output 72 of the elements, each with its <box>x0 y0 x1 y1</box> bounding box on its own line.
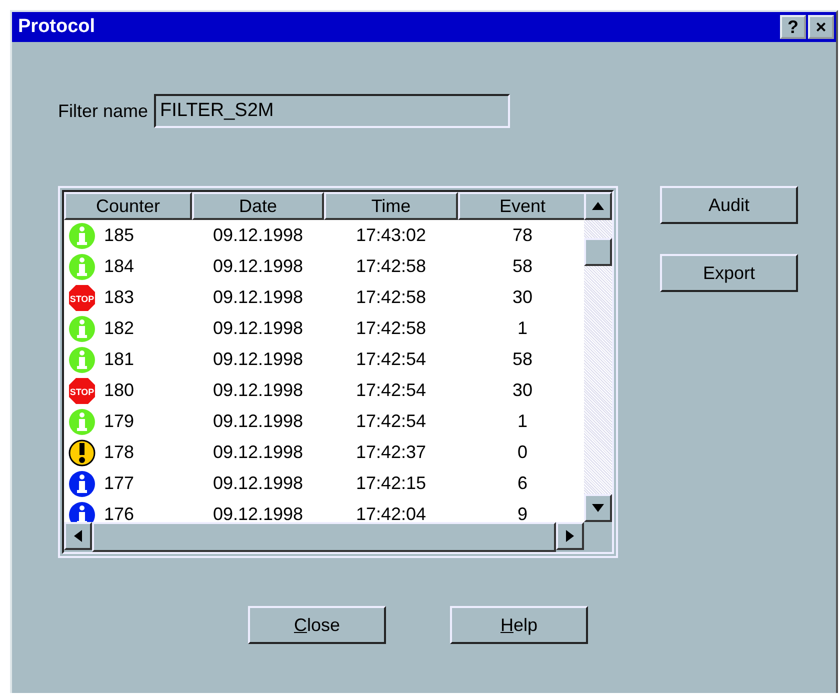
scroll-right-button[interactable] <box>556 522 584 550</box>
stop-sign-icon: STOP <box>68 376 96 404</box>
stop-sign-icon: STOP <box>68 284 96 312</box>
event-cell-text: 6 <box>516 473 528 494</box>
date-cell-text: 09.12.1998 <box>212 349 304 370</box>
date-cell-text: 09.12.1998 <box>212 442 304 463</box>
scroll-up-button[interactable] <box>584 192 612 220</box>
up-arrow-icon <box>592 202 604 210</box>
event-cell-text: 78 <box>511 225 534 246</box>
action-button[interactable]: Export <box>660 254 798 292</box>
counter-cell: 182 <box>104 318 134 339</box>
scroll-down-button[interactable] <box>584 494 612 522</box>
counter-cell: 178 <box>104 442 134 463</box>
counter-cell: 176 <box>104 504 134 522</box>
field-label: Filter name <box>58 100 148 122</box>
counter-cell: 184 <box>104 256 134 277</box>
info-icon <box>68 346 96 374</box>
dialog-button[interactable]: Close <box>248 606 386 644</box>
date-cell-text: 09.12.1998 <box>212 473 304 494</box>
right-arrow-icon <box>566 530 574 542</box>
counter-cell: 183 <box>104 287 134 308</box>
date-cell-text: 09.12.1998 <box>212 380 304 401</box>
close-button[interactable]: × <box>808 15 834 39</box>
counter-cell: 181 <box>104 349 134 370</box>
info-icon <box>68 408 96 436</box>
event-cell-text: 30 <box>511 287 534 308</box>
info-icon <box>68 222 96 250</box>
time-cell-text: 17:42:15 <box>354 473 428 494</box>
time-cell-text: 17:42:54 <box>354 411 428 432</box>
info-icon <box>68 314 96 342</box>
time-cell-text: 17:42:58 <box>354 287 428 308</box>
column-header[interactable]: Date <box>192 192 324 220</box>
time-cell-text: 17:42:54 <box>354 349 428 370</box>
window-title: Protocol <box>18 16 96 38</box>
counter-cell: 177 <box>104 473 134 494</box>
info-icon <box>68 252 96 280</box>
column-header[interactable]: Counter <box>64 192 192 220</box>
scrollbar-thumb[interactable] <box>92 522 556 552</box>
dialog-button[interactable]: Help <box>450 606 588 644</box>
event-cell-text: 58 <box>511 349 534 370</box>
column-header[interactable]: Time <box>324 192 458 220</box>
date-cell-text: 09.12.1998 <box>212 287 304 308</box>
time-cell-text: 17:43:02 <box>354 225 428 246</box>
info-icon <box>68 470 96 498</box>
exclamation-icon <box>68 438 96 466</box>
event-cell-text: 1 <box>516 411 528 432</box>
date-cell-text: 09.12.1998 <box>212 504 304 522</box>
help-button[interactable]: ? <box>780 15 806 39</box>
counter-cell: 179 <box>104 411 134 432</box>
event-cell-text: 58 <box>511 256 534 277</box>
action-button[interactable]: Audit <box>660 186 798 224</box>
scrollbar-thumb[interactable] <box>584 238 612 266</box>
event-cell-text: 30 <box>511 380 534 401</box>
event-cell-text: 0 <box>516 442 528 463</box>
scroll-left-button[interactable] <box>64 522 92 550</box>
date-cell-text: 09.12.1998 <box>212 225 304 246</box>
time-cell-text: 17:42:04 <box>354 504 428 522</box>
time-cell-text: 17:42:58 <box>354 318 428 339</box>
event-cell-text: 9 <box>516 504 528 522</box>
column-header[interactable]: Event <box>458 192 584 220</box>
event-cell-text: 1 <box>516 318 528 339</box>
date-cell-text: 09.12.1998 <box>212 256 304 277</box>
time-cell-text: 17:42:58 <box>354 256 428 277</box>
counter-cell: 185 <box>104 225 134 246</box>
counter-cell: 180 <box>104 380 134 401</box>
date-cell-text: 09.12.1998 <box>212 318 304 339</box>
left-arrow-icon <box>74 530 82 542</box>
time-cell-text: 17:42:37 <box>354 442 428 463</box>
filter-name-field[interactable]: FILTER_S2M <box>154 94 510 128</box>
down-arrow-icon <box>592 504 604 512</box>
date-cell-text: 09.12.1998 <box>212 411 304 432</box>
time-cell-text: 17:42:54 <box>354 380 428 401</box>
